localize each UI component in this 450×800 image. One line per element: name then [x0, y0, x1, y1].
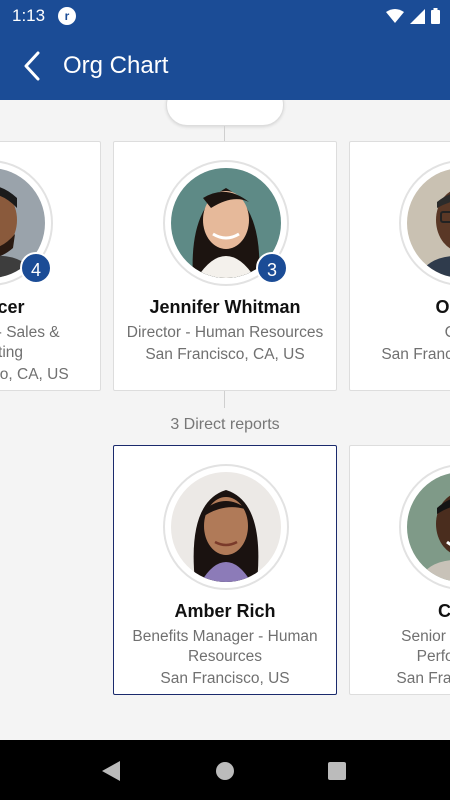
connector-line [224, 391, 225, 408]
employee-location: San Francisco, CA, US [145, 346, 305, 363]
employee-role: CFO [360, 323, 450, 343]
avatar [407, 168, 450, 278]
signal-icon [410, 8, 425, 24]
status-time: 1:13 [12, 6, 46, 25]
app-bar: Org Chart [0, 32, 450, 100]
employee-name: Amber Rich [174, 601, 276, 621]
employee-role: Senior Manager - Performance [401, 628, 450, 665]
page-title: Org Chart [63, 52, 169, 79]
back-button[interactable] [14, 48, 50, 84]
employee-location: San Francisco, CA, US [381, 346, 450, 363]
nav-back-button[interactable] [100, 760, 122, 787]
employee-name: Spencer [0, 297, 25, 317]
report-count-badge: 3 [256, 252, 288, 284]
triangle-back-icon [102, 761, 120, 781]
employee-role: Benefits Manager - Human Resources [132, 628, 318, 665]
employee-role: Director - Human Resources [126, 324, 324, 341]
chevron-left-icon [24, 51, 40, 81]
app-notification-icon: r [58, 7, 76, 25]
employee-name: Jennifer Whitman [149, 297, 301, 317]
employee-card-amber-rich[interactable]: Amber Rich Benefits Manager - Human Reso… [113, 445, 337, 695]
square-recents-icon [328, 762, 346, 780]
avatar [407, 472, 450, 582]
employee-location: San Francisco, CA, US [0, 366, 69, 383]
wifi-icon [386, 9, 404, 23]
nav-home-button[interactable] [215, 760, 235, 787]
avatar-ring [399, 160, 450, 286]
avatar [171, 472, 281, 582]
employee-card-jennifer-whitman[interactable]: 3 Jennifer Whitman Director - Human Reso… [113, 141, 337, 391]
employee-card-craig[interactable]: Craig Senior Manager - Performance San F… [349, 445, 450, 695]
avatar-ring [163, 464, 289, 590]
employee-name: Oscar [435, 297, 450, 317]
circle-home-icon [216, 762, 234, 780]
employee-card-spencer[interactable]: 4 Spencer Consultant - Sales & Marketing… [0, 141, 101, 391]
employee-card-oscar[interactable]: Oscar CFO San Francisco, CA, US [349, 141, 450, 391]
status-icons [386, 7, 440, 25]
employee-role: Consultant - Sales & Marketing [0, 324, 60, 361]
report-count-badge: 4 [20, 252, 52, 284]
connector-line [224, 126, 225, 141]
employee-location: San Francisco, US [160, 670, 290, 687]
direct-reports-label: 3 Direct reports [170, 416, 280, 433]
avatar-ring [399, 464, 450, 590]
employee-name: Craig [437, 601, 450, 621]
battery-icon [431, 8, 440, 24]
nav-recents-button[interactable] [327, 760, 347, 787]
system-nav-bar [0, 740, 450, 800]
parent-node-pill[interactable] [166, 100, 284, 126]
status-bar: 1:13 r [0, 0, 450, 32]
org-chart-canvas[interactable]: 4 Spencer Consultant - Sales & Marketing… [0, 100, 450, 740]
employee-location: San Francisco, US [396, 670, 450, 687]
